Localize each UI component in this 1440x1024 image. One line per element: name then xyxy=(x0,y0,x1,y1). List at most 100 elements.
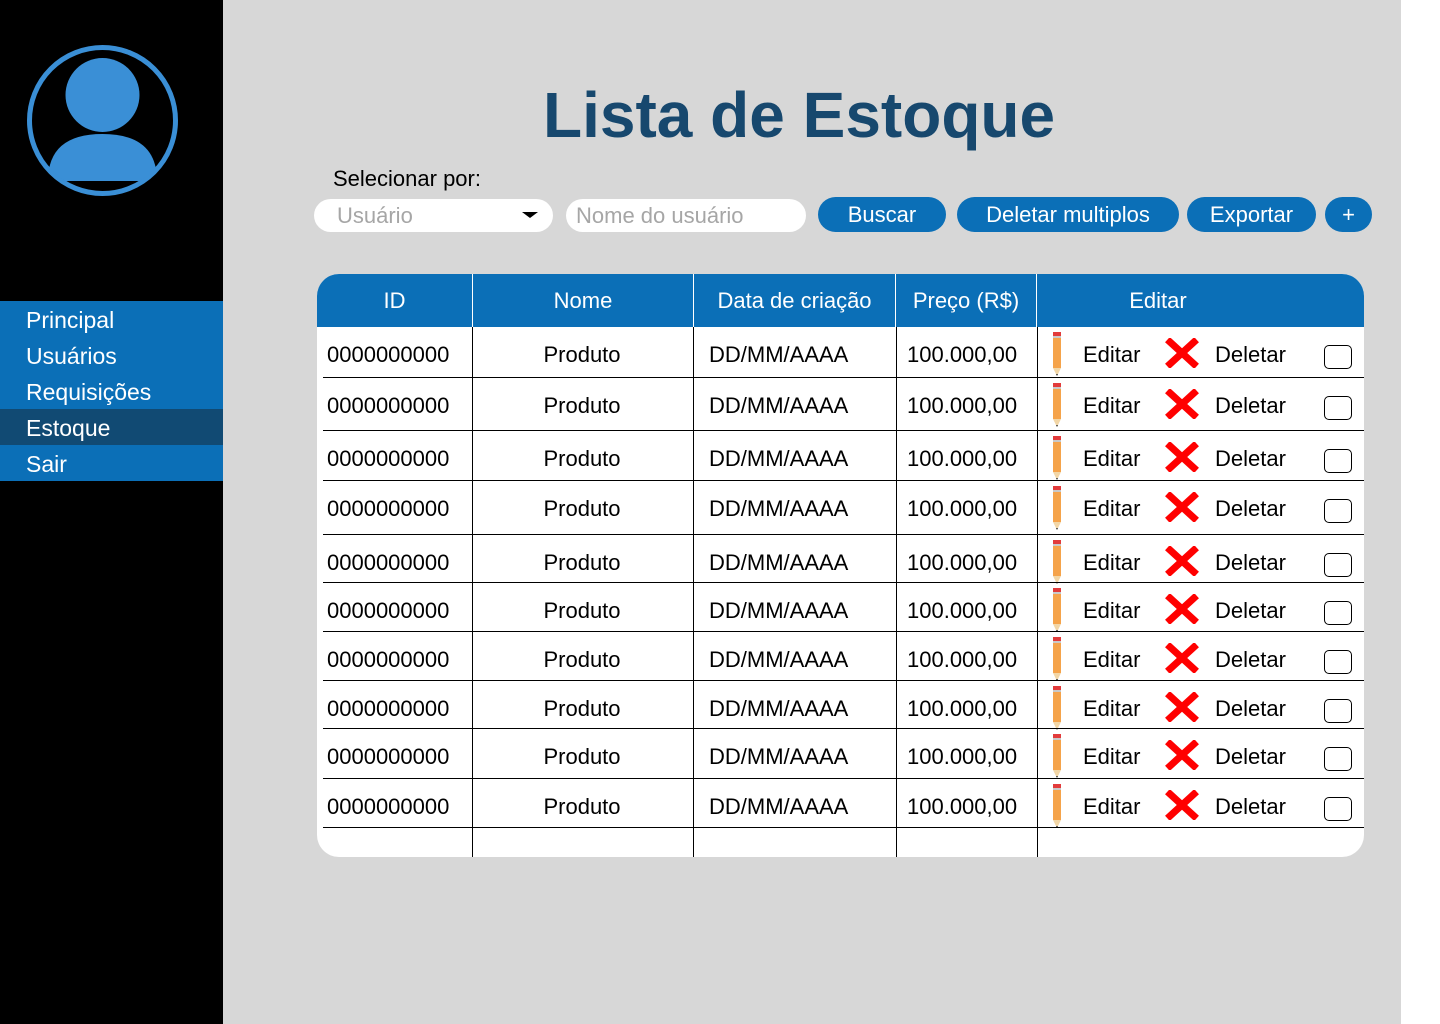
red-x-icon[interactable] xyxy=(1165,388,1199,420)
delete-link[interactable]: Deletar xyxy=(1215,583,1286,633)
table-header: ID Nome Data de criação Preço (R$) Edita… xyxy=(317,274,1364,327)
table-row: 0000000000 Produto DD/MM/AAAA 100.000,00… xyxy=(317,779,1364,829)
pencil-icon[interactable] xyxy=(1053,588,1061,632)
delete-link[interactable]: Deletar xyxy=(1215,681,1286,731)
cell-id: 0000000000 xyxy=(327,598,450,623)
row-checkbox[interactable] xyxy=(1324,499,1352,523)
red-x-icon[interactable] xyxy=(1165,491,1199,523)
delete-link[interactable]: Deletar xyxy=(1215,327,1286,377)
edit-link[interactable]: Editar xyxy=(1083,327,1140,377)
chevron-down-icon xyxy=(522,212,538,218)
edit-link[interactable]: Editar xyxy=(1083,431,1140,481)
delete-link[interactable]: Deletar xyxy=(1215,481,1286,531)
delete-link[interactable]: Deletar xyxy=(1215,779,1286,829)
table-row: 0000000000 Produto DD/MM/AAAA 100.000,00… xyxy=(317,583,1364,633)
search-button[interactable]: Buscar xyxy=(818,197,946,232)
edit-link[interactable]: Editar xyxy=(1083,583,1140,633)
delete-link[interactable]: Deletar xyxy=(1215,729,1286,779)
sidebar-item-sair[interactable]: Sair xyxy=(0,445,223,481)
red-x-icon[interactable] xyxy=(1165,545,1199,577)
cell-price: 100.000,00 xyxy=(907,342,1018,367)
page-title: Lista de Estoque xyxy=(543,79,1056,151)
pencil-icon[interactable] xyxy=(1053,686,1061,730)
delete-link[interactable]: Deletar xyxy=(1215,378,1286,428)
cell-id: 0000000000 xyxy=(327,794,450,819)
table-row: 0000000000 Produto DD/MM/AAAA 100.000,00… xyxy=(317,632,1364,682)
red-x-icon[interactable] xyxy=(1165,337,1199,369)
cell-date: DD/MM/AAAA xyxy=(709,393,849,418)
table-row: 0000000000 Produto DD/MM/AAAA 100.000,00… xyxy=(317,729,1364,779)
main-content: Lista de Estoque Selecionar por: Usuário… xyxy=(223,0,1401,1024)
sidebar-item-estoque[interactable]: Estoque xyxy=(0,409,223,445)
cell-name: Produto xyxy=(543,598,621,623)
row-checkbox[interactable] xyxy=(1324,747,1352,771)
filter-select[interactable]: Usuário xyxy=(314,199,553,232)
column-header-price: Preço (R$) xyxy=(912,288,1020,313)
edit-link[interactable]: Editar xyxy=(1083,481,1140,531)
row-checkbox[interactable] xyxy=(1324,345,1352,369)
cell-id: 0000000000 xyxy=(327,696,450,721)
red-x-icon[interactable] xyxy=(1165,441,1199,473)
cell-id: 0000000000 xyxy=(327,342,450,367)
edit-link[interactable]: Editar xyxy=(1083,779,1140,829)
pencil-icon[interactable] xyxy=(1053,540,1061,584)
red-x-icon[interactable] xyxy=(1165,789,1199,821)
edit-link[interactable]: Editar xyxy=(1083,632,1140,682)
cell-price: 100.000,00 xyxy=(907,393,1018,418)
delete-multiple-button[interactable]: Deletar multiplos xyxy=(957,197,1179,232)
cell-price: 100.000,00 xyxy=(907,794,1018,819)
pencil-icon[interactable] xyxy=(1053,734,1061,778)
red-x-icon[interactable] xyxy=(1165,642,1199,674)
sidebar: Principal Usuários Requisições Estoque S… xyxy=(0,0,223,1024)
pencil-icon[interactable] xyxy=(1053,436,1061,480)
row-checkbox[interactable] xyxy=(1324,699,1352,723)
pencil-icon[interactable] xyxy=(1053,383,1061,427)
user-avatar-icon[interactable] xyxy=(26,44,179,197)
cell-name: Produto xyxy=(543,647,621,672)
cell-id: 0000000000 xyxy=(327,744,450,769)
cell-id: 0000000000 xyxy=(327,496,450,521)
cell-name: Produto xyxy=(543,342,621,367)
cell-date: DD/MM/AAAA xyxy=(709,598,849,623)
red-x-icon[interactable] xyxy=(1165,739,1199,771)
row-checkbox[interactable] xyxy=(1324,449,1352,473)
red-x-icon[interactable] xyxy=(1165,691,1199,723)
search-input[interactable] xyxy=(566,199,806,232)
cell-price: 100.000,00 xyxy=(907,598,1018,623)
row-checkbox[interactable] xyxy=(1324,553,1352,577)
add-button[interactable]: + xyxy=(1325,197,1372,232)
cell-price: 100.000,00 xyxy=(907,496,1018,521)
edit-link[interactable]: Editar xyxy=(1083,729,1140,779)
sidebar-nav: Principal Usuários Requisições Estoque S… xyxy=(0,301,223,481)
cell-date: DD/MM/AAAA xyxy=(709,446,849,471)
edit-link[interactable]: Editar xyxy=(1083,535,1140,585)
cell-id: 0000000000 xyxy=(327,393,450,418)
cell-price: 100.000,00 xyxy=(907,647,1018,672)
delete-link[interactable]: Deletar xyxy=(1215,535,1286,585)
pencil-icon[interactable] xyxy=(1053,332,1061,376)
sidebar-item-requisicoes[interactable]: Requisições xyxy=(0,373,223,409)
cell-name: Produto xyxy=(543,744,621,769)
row-divider xyxy=(323,827,1364,828)
sidebar-item-usuarios[interactable]: Usuários xyxy=(0,337,223,373)
pencil-icon[interactable] xyxy=(1053,784,1061,828)
cell-price: 100.000,00 xyxy=(907,696,1018,721)
red-x-icon[interactable] xyxy=(1165,593,1199,625)
row-checkbox[interactable] xyxy=(1324,601,1352,625)
cell-date: DD/MM/AAAA xyxy=(709,744,849,769)
column-header-date: Data de criação xyxy=(717,288,872,313)
delete-link[interactable]: Deletar xyxy=(1215,431,1286,481)
pencil-icon[interactable] xyxy=(1053,637,1061,681)
row-checkbox[interactable] xyxy=(1324,396,1352,420)
delete-link[interactable]: Deletar xyxy=(1215,632,1286,682)
pencil-icon[interactable] xyxy=(1053,486,1061,530)
table-row: 0000000000 Produto DD/MM/AAAA 100.000,00… xyxy=(317,327,1364,377)
table-row: 0000000000 Produto DD/MM/AAAA 100.000,00… xyxy=(317,481,1364,531)
edit-link[interactable]: Editar xyxy=(1083,378,1140,428)
export-button[interactable]: Exportar xyxy=(1187,197,1316,232)
row-checkbox[interactable] xyxy=(1324,797,1352,821)
row-checkbox[interactable] xyxy=(1324,650,1352,674)
edit-link[interactable]: Editar xyxy=(1083,681,1140,731)
cell-id: 0000000000 xyxy=(327,647,450,672)
sidebar-item-principal[interactable]: Principal xyxy=(0,301,223,337)
